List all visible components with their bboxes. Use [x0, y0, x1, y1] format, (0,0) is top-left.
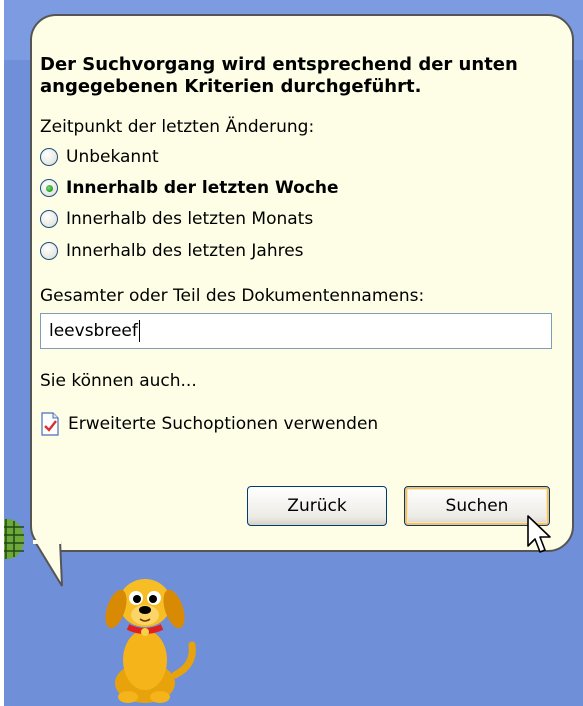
advanced-options-link[interactable]: Erweiterte Suchoptionen verwenden [40, 412, 378, 436]
radio-button-icon[interactable] [40, 148, 58, 166]
radio-label: Unbekannt [66, 147, 159, 167]
radio-button-checked-icon[interactable] [40, 179, 58, 197]
radio-label: Innerhalb des letzten Monats [66, 209, 314, 229]
document-name-input[interactable]: leevsbreef [40, 313, 552, 349]
document-name-label: Gesamter oder Teil des Dokumentennamens: [40, 286, 425, 306]
dialog-heading: Der Suchvorgang wird entsprechend der un… [40, 54, 518, 97]
radio-button-icon[interactable] [40, 242, 58, 260]
back-button[interactable]: Zurück [247, 486, 387, 526]
radio-label: Innerhalb der letzten Woche [66, 178, 339, 198]
search-dog-icon [105, 579, 196, 703]
radio-label: Innerhalb des letzten Jahres [66, 241, 304, 261]
radio-option-last-week[interactable]: Innerhalb der letzten Woche [40, 175, 339, 201]
also-label: Sie können auch... [40, 371, 197, 391]
radio-option-unknown[interactable]: Unbekannt [40, 144, 159, 170]
modified-label: Zeitpunkt der letzten Änderung: [40, 117, 315, 137]
balloon-tail [32, 540, 63, 587]
advanced-options-label[interactable]: Erweiterte Suchoptionen verwenden [68, 414, 378, 434]
text-caret [138, 320, 140, 342]
radio-option-last-year[interactable]: Innerhalb des letzten Jahres [40, 238, 304, 264]
radio-button-icon[interactable] [40, 210, 58, 228]
document-name-value: leevsbreef [49, 321, 138, 341]
radio-option-last-month[interactable]: Innerhalb des letzten Monats [40, 206, 313, 232]
mouse-cursor-icon [527, 515, 551, 553]
document-options-icon [41, 412, 59, 436]
